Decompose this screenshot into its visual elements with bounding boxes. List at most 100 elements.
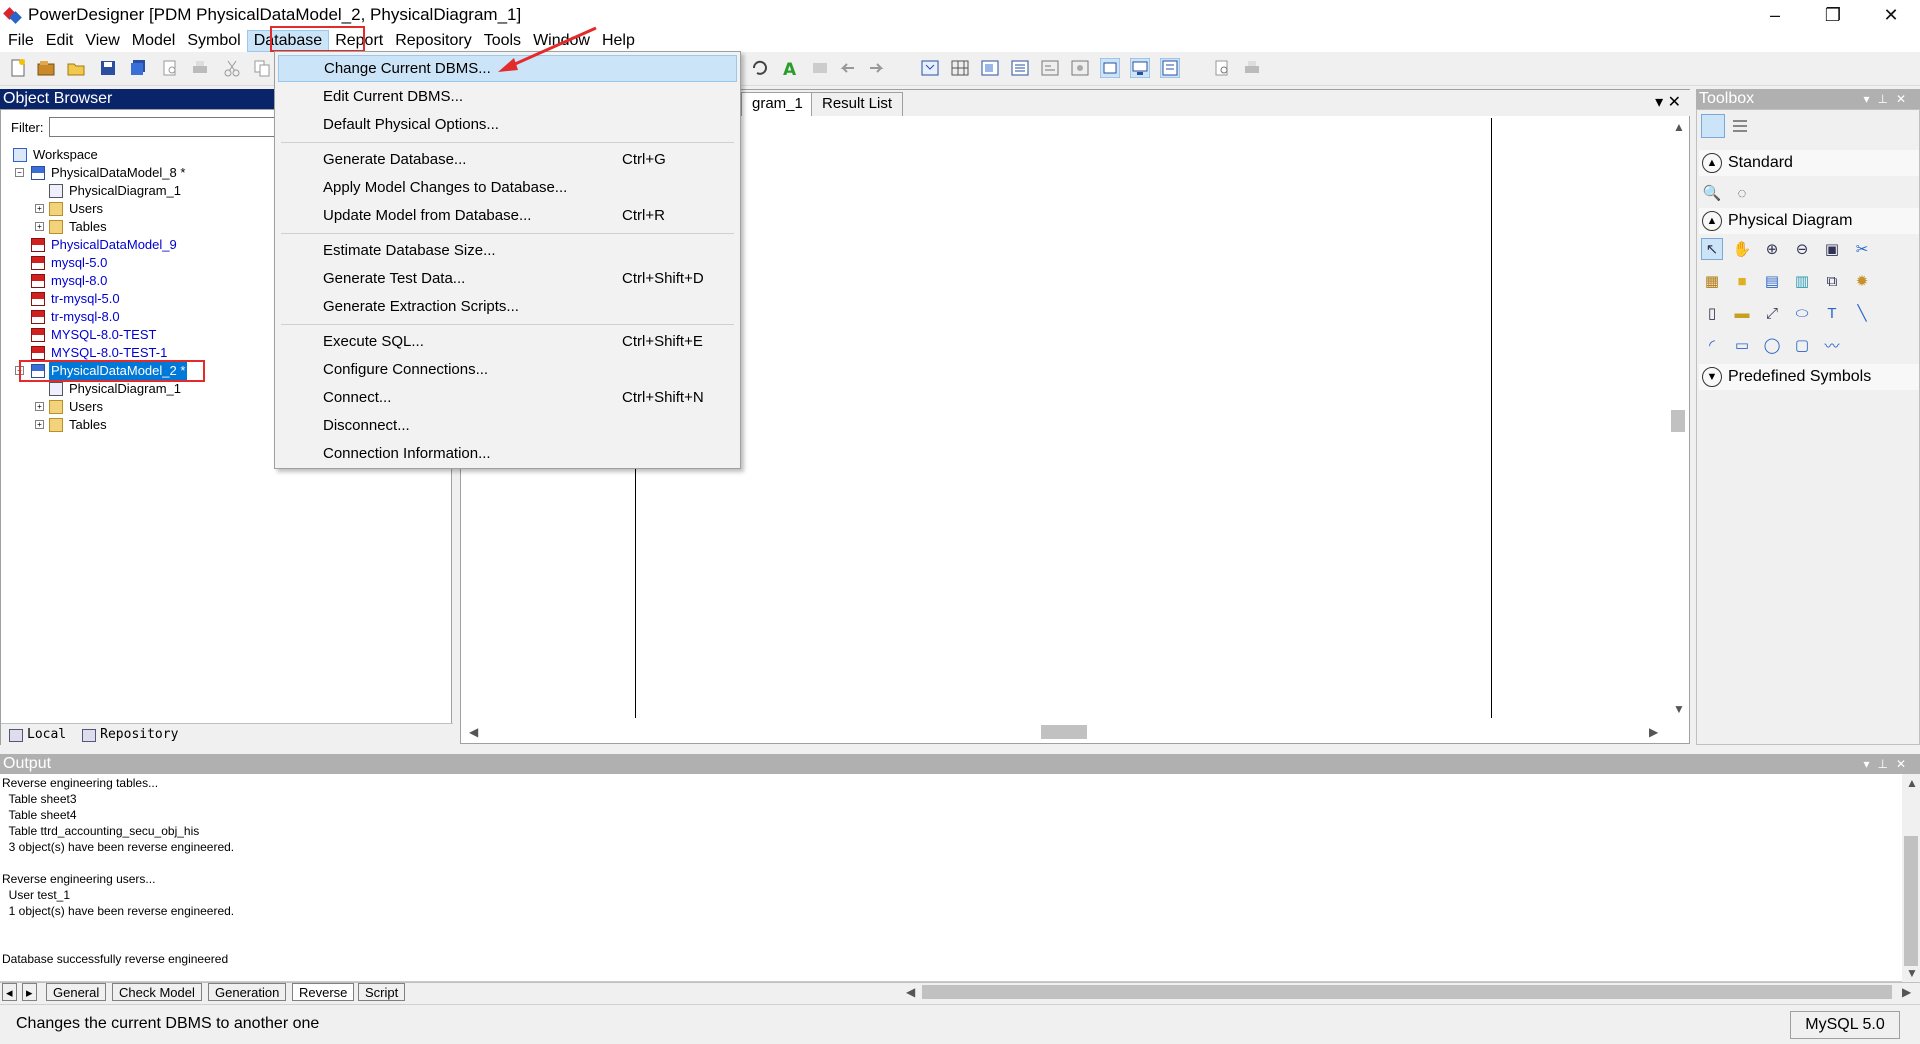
toolbox-header-buttons[interactable]: ▾⊥✕ [1863, 89, 1914, 109]
menu-edit[interactable]: Edit [40, 30, 80, 52]
expand-icon[interactable]: + [35, 204, 44, 213]
scroll-up-icon[interactable]: ▲ [1906, 776, 1918, 790]
restore-button[interactable]: ❐ [1804, 0, 1862, 30]
menu-file[interactable]: File [0, 30, 40, 52]
tab-reverse[interactable]: Reverse [292, 983, 355, 1001]
collapse-icon[interactable]: − [15, 168, 24, 177]
page-icon[interactable] [980, 58, 1000, 78]
print-preview-icon[interactable] [160, 58, 180, 78]
view-tool-icon[interactable]: ▥ [1791, 270, 1813, 292]
scroll-down-icon[interactable]: ▼ [1673, 702, 1685, 716]
menu-item-disconnect[interactable]: Disconnect... [278, 412, 737, 439]
minimize-button[interactable]: – [1746, 0, 1804, 30]
view-toggle-3-icon[interactable] [1160, 58, 1180, 78]
menu-item-update-model-from-database[interactable]: Update Model from Database... Ctrl+R [278, 202, 737, 229]
zoom-tool-icon[interactable]: 🔍 [1701, 182, 1723, 204]
tab-scroll-left-icon[interactable]: ◂ [2, 983, 17, 1001]
expand-icon[interactable]: + [35, 420, 44, 429]
cut-icon[interactable] [222, 58, 242, 78]
reference-tool-icon[interactable]: ⧉ [1821, 270, 1843, 292]
print-2-icon[interactable] [1242, 58, 1262, 78]
zoom-fit-icon[interactable] [920, 58, 940, 78]
grabber-tool-icon[interactable]: ✋ [1731, 238, 1753, 260]
menu-item-generate-test-data[interactable]: Generate Test Data... Ctrl+Shift+D [278, 265, 737, 292]
procedure-tool-icon[interactable]: ✹ [1851, 270, 1873, 292]
zoom-out-tool-icon[interactable]: ⊖ [1791, 238, 1813, 260]
save-all-icon[interactable] [128, 58, 148, 78]
scroll-thumb[interactable] [1904, 836, 1918, 966]
section-physical-diagram[interactable]: ▲ Physical Diagram [1699, 208, 1919, 234]
tab-general[interactable]: General [46, 983, 107, 1001]
scroll-left-icon[interactable]: ◀ [906, 985, 915, 999]
open-icon[interactable] [66, 58, 86, 78]
menu-item-generate-extraction-scripts[interactable]: Generate Extraction Scripts... [278, 293, 737, 320]
menu-item-connect[interactable]: Connect... Ctrl+Shift+N [278, 384, 737, 411]
undo-icon[interactable] [750, 58, 770, 78]
scroll-thumb[interactable] [1041, 725, 1087, 739]
grid-icon[interactable] [950, 58, 970, 78]
open-diagram-tool-icon[interactable]: ▣ [1821, 238, 1843, 260]
output-horizontal-scrollbar[interactable]: ◀ ▶ [902, 983, 1920, 1001]
section-predefined-symbols[interactable]: ▼ Predefined Symbols [1699, 364, 1919, 390]
menu-item-connection-information[interactable]: Connection Information... [278, 440, 737, 467]
scroll-up-icon[interactable]: ▲ [1673, 120, 1685, 134]
note-tool-icon[interactable]: ▬ [1731, 302, 1753, 324]
tab-check-model[interactable]: Check Model [112, 983, 202, 1001]
menu-model[interactable]: Model [126, 30, 182, 52]
scroll-down-icon[interactable]: ▼ [1906, 966, 1918, 980]
close-button[interactable]: ✕ [1862, 0, 1920, 30]
tab-physical-diagram[interactable]: gram_1 [741, 92, 814, 116]
diagram-vertical-scrollbar[interactable]: ▲ ▼ [1669, 118, 1687, 718]
tab-result-list[interactable]: Result List [811, 92, 904, 116]
menu-item-edit-current-dbms[interactable]: Edit Current DBMS... [278, 83, 737, 110]
grid-view-icon[interactable] [1701, 114, 1725, 138]
menu-symbol[interactable]: Symbol [181, 30, 246, 52]
sequence-tool-icon[interactable]: ⬭ [1791, 302, 1813, 324]
delete-tool-icon[interactable]: ✂ [1851, 238, 1873, 260]
menu-item-apply-model-changes[interactable]: Apply Model Changes to Database... [278, 174, 737, 201]
pointer-tool-icon[interactable]: ↖ [1701, 238, 1723, 260]
menu-help[interactable]: Help [596, 30, 641, 52]
diagram-window-controls[interactable]: ▾ ✕ [1655, 92, 1681, 112]
layout-icon[interactable] [1010, 58, 1030, 78]
scroll-right-icon[interactable]: ▶ [1902, 985, 1911, 999]
symbol-icon[interactable] [1070, 58, 1090, 78]
align-icon[interactable] [1040, 58, 1060, 78]
back-icon[interactable] [838, 58, 858, 78]
menu-item-estimate-database-size[interactable]: Estimate Database Size... [278, 237, 737, 264]
rounded-rectangle-tool-icon[interactable]: ▢ [1791, 334, 1813, 356]
tab-generation[interactable]: Generation [208, 983, 287, 1001]
output-header-buttons[interactable]: ▾⊥✕ [1863, 754, 1914, 774]
find-icon[interactable] [1212, 58, 1232, 78]
forward-icon[interactable] [866, 58, 886, 78]
table-tool-icon[interactable]: ▤ [1761, 270, 1783, 292]
filter-input[interactable] [49, 117, 279, 137]
link-tool-icon[interactable]: ⤢ [1761, 302, 1783, 324]
list-view-icon[interactable] [1731, 118, 1749, 134]
output-vertical-scrollbar[interactable]: ▲ ▼ [1902, 774, 1920, 982]
tab-local[interactable]: Local [1, 724, 74, 745]
new-project-icon[interactable] [36, 58, 56, 78]
rectangle-tool-icon[interactable]: ▭ [1731, 334, 1753, 356]
zoom-in-tool-icon[interactable]: ⊕ [1761, 238, 1783, 260]
view-toggle-1-icon[interactable] [1100, 58, 1120, 78]
menu-item-generate-database[interactable]: Generate Database... Ctrl+G [278, 146, 737, 173]
save-icon[interactable] [98, 58, 118, 78]
menu-repository[interactable]: Repository [389, 30, 477, 52]
object-icon[interactable] [810, 58, 830, 78]
file-tool-icon[interactable]: ▯ [1701, 302, 1723, 324]
scroll-thumb[interactable] [1671, 410, 1685, 432]
expand-icon[interactable]: + [35, 402, 44, 411]
scroll-left-icon[interactable]: ◀ [469, 725, 478, 739]
expand-icon[interactable]: + [35, 222, 44, 231]
tab-repository[interactable]: Repository [74, 724, 186, 745]
line-tool-icon[interactable]: ╲ [1851, 302, 1873, 324]
polyline-tool-icon[interactable]: 〰 [1821, 334, 1843, 356]
tab-script[interactable]: Script [358, 983, 406, 1001]
menu-item-execute-sql[interactable]: Execute SQL... Ctrl+Shift+E [278, 328, 737, 355]
new-icon[interactable] [8, 58, 28, 78]
menu-item-configure-connections[interactable]: Configure Connections... [278, 356, 737, 383]
ellipse-tool-icon[interactable]: ◯ [1761, 334, 1783, 356]
lasso-tool-icon[interactable]: ◌ [1731, 182, 1753, 204]
menu-item-default-physical-options[interactable]: Default Physical Options... [278, 111, 737, 138]
